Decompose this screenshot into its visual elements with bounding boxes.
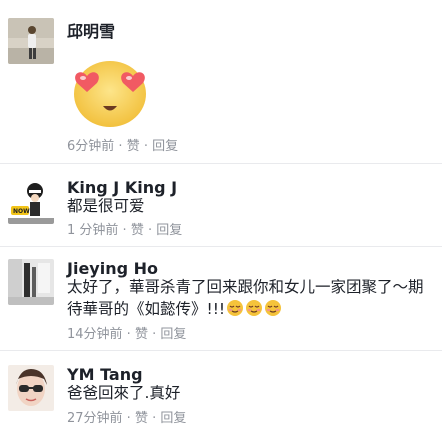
separator: · [122,327,135,342]
svg-text:NOW: NOW [13,208,30,215]
comment-meta: 14分钟前 · 赞 · 回复 [67,323,186,342]
comment-author[interactable]: 邱明雪 [67,18,115,42]
relieved-face-emoji-icon [225,300,282,318]
comment-text-line2: 待華哥的《如懿传》!!! [67,300,226,318]
comment-time: 14分钟前 [67,327,123,342]
like-button[interactable]: 赞 [127,139,140,154]
like-button[interactable]: 赞 [131,223,144,238]
avatar[interactable] [8,259,54,305]
comment-meta: 27分钟前 · 赞 · 回复 [67,407,186,426]
like-button[interactable]: 赞 [135,411,148,426]
separator: · [143,223,157,238]
comment-time: 6分钟前 [67,139,115,154]
avatar[interactable]: NOW [8,178,54,224]
reply-button[interactable]: 回复 [156,223,182,238]
comment-item: NOW King J King J 都是很可爱 1 分钟前 · 赞 · 回复 [0,164,442,246]
comment-text-line: 太好了，華哥杀青了回来跟你和女儿一家团聚了～期 [67,278,424,296]
comment-item: Jieying Ho 太好了，華哥杀青了回来跟你和女儿一家团聚了～期 待華哥的《… [0,247,442,350]
comment-meta: 1 分钟前 · 赞 · 回复 [67,219,182,238]
separator: · [147,411,161,426]
avatar[interactable] [8,18,54,64]
separator: · [114,139,127,154]
reply-button[interactable]: 回复 [152,139,178,154]
reply-button[interactable]: 回复 [160,327,186,342]
comment-item: YM Tang 爸爸回來了.真好 27分钟前 · 赞 · 回复 [0,351,442,430]
separator: · [139,139,153,154]
separator: · [147,327,161,342]
comment-item: 邱明雪 6分钟前 · 赞 · 回复 [0,0,442,163]
comment-text: 爸爸回來了.真好 [67,384,181,402]
comment-text-line: 待華哥的《如懿传》!!! [67,298,435,320]
avatar[interactable] [8,365,54,411]
comment-time: 27分钟前 [67,411,123,426]
separator: · [118,223,131,238]
comment-text: 都是很可爱 [67,197,145,215]
separator: · [122,411,135,426]
reply-button[interactable]: 回复 [160,411,186,426]
comment-meta: 6分钟前 · 赞 · 回复 [67,135,178,154]
heart-eyes-emoji-icon [67,52,153,132]
like-button[interactable]: 赞 [135,327,148,342]
comment-time: 1 分钟前 [67,223,119,238]
